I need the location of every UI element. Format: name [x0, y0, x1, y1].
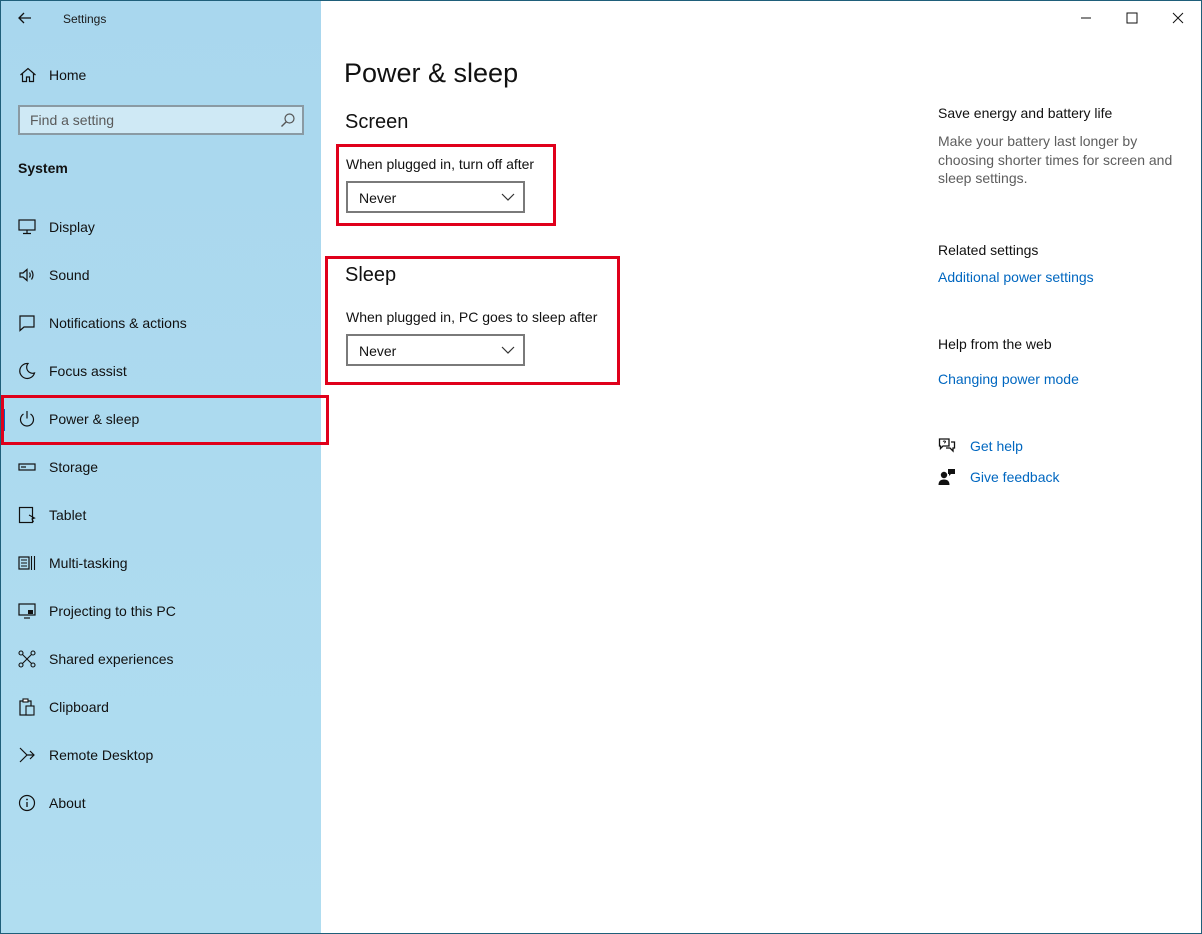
give-feedback-link[interactable]: Give feedback [970, 469, 1060, 485]
maximize-button[interactable] [1109, 1, 1155, 35]
sidebar-item-label: Sound [49, 267, 90, 283]
back-button[interactable] [11, 5, 39, 31]
tablet-icon [18, 506, 36, 524]
sidebar-item-label: Multi-tasking [49, 555, 128, 571]
page-title: Power & sleep [344, 58, 519, 88]
sidebar-item-label: Power & sleep [49, 411, 140, 427]
clipboard-icon [19, 698, 35, 716]
moon-icon [19, 362, 36, 380]
get-help-row[interactable]: Get help [938, 436, 1023, 456]
sidebar-item-clipboard[interactable]: Clipboard [1, 683, 321, 731]
search-input[interactable] [20, 107, 290, 133]
sidebar-item-label: About [49, 795, 86, 811]
screen-timeout-label: When plugged in, turn off after [346, 156, 535, 172]
storage-icon [18, 463, 36, 471]
help-from-web-heading: Help from the web [938, 336, 1052, 352]
feedback-icon [938, 469, 955, 485]
sidebar-item-label: Shared experiences [49, 651, 174, 667]
sidebar-item-tablet[interactable]: Tablet [1, 491, 321, 539]
projecting-icon [18, 603, 36, 619]
additional-power-settings-link[interactable]: Additional power settings [938, 269, 1094, 285]
sleep-heading: Sleep [345, 264, 397, 286]
sidebar-item-display[interactable]: Display [1, 203, 321, 251]
sidebar-item-label: Clipboard [49, 699, 109, 715]
minimize-icon [1081, 17, 1091, 19]
sidebar-item-label: Projecting to this PC [49, 603, 176, 619]
home-icon [20, 67, 36, 83]
sidebar: Settings Home System Display [1, 1, 329, 933]
chevron-down-icon [501, 193, 515, 201]
selection-indicator [1, 409, 5, 431]
sidebar-item-projecting[interactable]: Projecting to this PC [1, 587, 321, 635]
app-title: Settings [63, 12, 107, 26]
speaker-icon [19, 268, 34, 282]
sidebar-item-label: Storage [49, 459, 99, 475]
save-energy-heading: Save energy and battery life [938, 105, 1113, 121]
sidebar-item-sound[interactable]: Sound [1, 251, 321, 299]
sidebar-item-focus-assist[interactable]: Focus assist [1, 347, 321, 395]
sidebar-item-shared-experiences[interactable]: Shared experiences [1, 635, 321, 683]
sidebar-item-about[interactable]: About [1, 779, 321, 827]
remote-desktop-icon [19, 747, 35, 763]
home-nav-item[interactable]: Home [1, 59, 321, 91]
multitasking-icon [18, 556, 36, 570]
home-label: Home [49, 67, 87, 83]
sidebar-item-label: Notifications & actions [49, 315, 187, 331]
system-section-label: System [18, 160, 68, 176]
info-icon [18, 794, 36, 812]
sleep-timeout-label: When plugged in, PC goes to sleep after [346, 309, 598, 325]
dropdown-value: Never [359, 343, 397, 359]
sidebar-item-label: Focus assist [49, 363, 127, 379]
back-arrow-icon [18, 12, 31, 24]
minimize-button[interactable] [1063, 1, 1109, 35]
sidebar-item-multitasking[interactable]: Multi-tasking [1, 539, 321, 587]
sidebar-item-storage[interactable]: Storage [1, 443, 321, 491]
changing-power-mode-link[interactable]: Changing power mode [938, 371, 1079, 387]
dropdown-value: Never [359, 190, 397, 206]
sleep-timeout-dropdown[interactable]: Never [346, 334, 525, 366]
notification-icon [19, 315, 35, 332]
sidebar-item-label: Tablet [49, 507, 87, 523]
close-icon [1172, 12, 1184, 24]
screen-timeout-dropdown[interactable]: Never [346, 181, 525, 213]
monitor-icon [18, 219, 36, 235]
sidebar-item-label: Remote Desktop [49, 747, 154, 763]
screen-heading: Screen [345, 111, 409, 133]
sidebar-nav: Display Sound Notifications & actions Fo… [1, 203, 321, 827]
related-settings-heading: Related settings [938, 242, 1039, 258]
search-box[interactable] [18, 105, 304, 135]
title-bar: Settings [1, 1, 321, 37]
save-energy-description: Make your battery last longer by choosin… [938, 133, 1173, 186]
power-icon [19, 411, 35, 427]
get-help-link[interactable]: Get help [970, 438, 1023, 454]
sidebar-item-power-sleep[interactable]: Power & sleep [1, 395, 321, 443]
sidebar-item-label: Display [49, 219, 95, 235]
close-button[interactable] [1155, 1, 1201, 35]
chevron-down-icon [501, 346, 515, 354]
settings-window: Settings Home System Display [0, 0, 1202, 934]
give-feedback-row[interactable]: Give feedback [938, 467, 1060, 487]
chat-help-icon [938, 438, 956, 453]
sidebar-item-notifications[interactable]: Notifications & actions [1, 299, 321, 347]
shared-icon [18, 650, 36, 668]
maximize-icon [1126, 12, 1138, 24]
search-icon[interactable] [280, 112, 296, 128]
sidebar-item-remote-desktop[interactable]: Remote Desktop [1, 731, 321, 779]
